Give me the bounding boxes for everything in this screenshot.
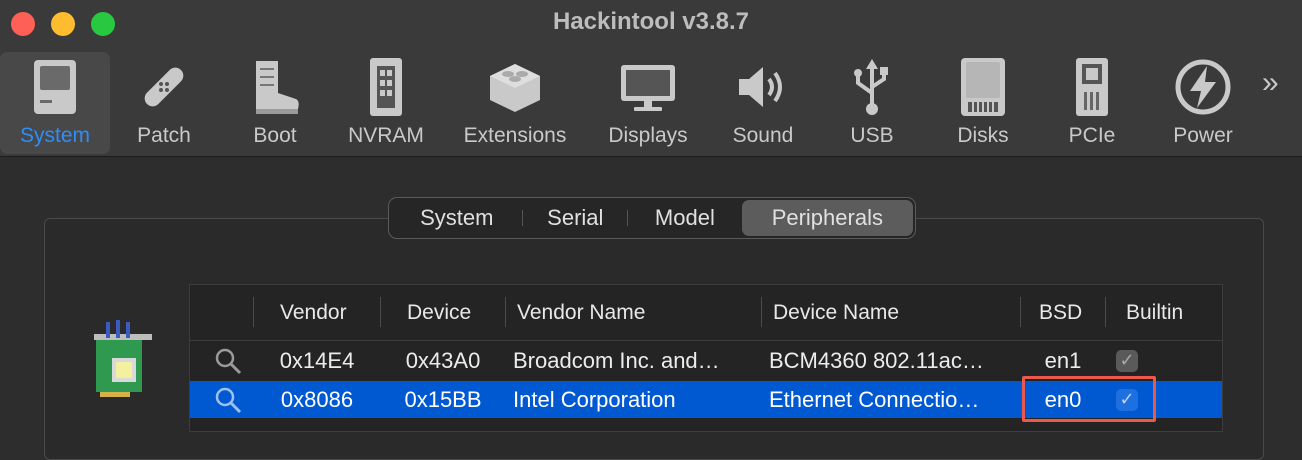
builtin-cell: ✓ <box>1116 342 1176 379</box>
device-name-cell: Ethernet Connectio… <box>769 386 980 412</box>
column-header-device-name[interactable]: Device Name <box>773 285 899 340</box>
column-divider <box>505 297 506 327</box>
computer-icon <box>30 52 80 122</box>
toolbar-item-disks[interactable]: Disks <box>938 52 1028 154</box>
device-name-cell: BCM4360 802.11ac… <box>769 347 984 373</box>
toolbar-label: Extensions <box>463 124 567 147</box>
toolbar-item-boot[interactable]: Boot <box>228 52 322 154</box>
tab-model[interactable]: Model <box>628 200 742 236</box>
toolbar-label: Sound <box>732 124 794 147</box>
builtin-checkbox[interactable]: ✓ <box>1116 349 1138 372</box>
toolbar-item-power[interactable]: Power <box>1160 52 1246 154</box>
column-divider <box>380 297 381 327</box>
column-header-vendor-name[interactable]: Vendor Name <box>517 285 645 340</box>
column-divider <box>1020 297 1021 327</box>
tab-system[interactable]: System <box>391 200 523 236</box>
toolbar: Hackintool v3.8.7 System Patch Boot NVRA… <box>0 0 1302 157</box>
toolbar-label: System <box>19 124 90 147</box>
tab-serial[interactable]: Serial <box>523 200 629 236</box>
speaker-icon <box>735 52 791 122</box>
device-cell: 0x15BB <box>404 386 482 412</box>
toolbar-item-sound[interactable]: Sound <box>716 52 810 154</box>
vendor-name-cell: Intel Corporation <box>513 386 676 412</box>
column-header-vendor[interactable]: Vendor <box>280 285 347 340</box>
vendor-cell: 0x8086 <box>280 386 354 412</box>
power-bolt-icon <box>1174 52 1232 122</box>
toolbar-item-system[interactable]: System <box>0 52 110 154</box>
vendor-cell: 0x14E4 <box>279 347 355 373</box>
annotation-highlight-box <box>1022 376 1156 422</box>
window-title: Hackintool v3.8.7 <box>552 8 750 35</box>
bandage-icon <box>134 52 194 122</box>
toolbar-label: NVRAM <box>348 124 424 147</box>
more-toolbar-items-chevron-icon[interactable]: » <box>1262 66 1279 100</box>
monitor-icon <box>618 52 678 122</box>
toolbar-item-displays[interactable]: Displays <box>596 52 700 154</box>
toolbar-label: PCIe <box>1068 124 1116 147</box>
toolbar-label: Power <box>1173 124 1233 147</box>
toolbar-item-patch[interactable]: Patch <box>114 52 214 154</box>
magnifier-icon[interactable] <box>204 381 252 418</box>
toolbar-item-usb[interactable]: USB <box>830 52 914 154</box>
vendor-name-cell: Broadcom Inc. and… <box>513 347 720 373</box>
table-row[interactable]: 0x14E4 0x43A0 Broadcom Inc. and… BCM4360… <box>190 342 1222 379</box>
column-divider <box>761 297 762 327</box>
tab-bar: System Serial Model Peripherals <box>388 197 916 239</box>
toolbar-label: Disks <box>957 124 1009 147</box>
toolbar-label: Patch <box>137 124 191 147</box>
column-header-bsd[interactable]: BSD <box>1039 285 1082 340</box>
usb-icon <box>850 52 894 122</box>
bsd-cell: en1 <box>1044 347 1082 373</box>
network-card-icon <box>86 318 156 403</box>
toolbar-label: Displays <box>608 124 688 147</box>
toolbar-item-nvram[interactable]: NVRAM <box>336 52 436 154</box>
tab-peripherals[interactable]: Peripherals <box>741 200 913 236</box>
magnifier-icon[interactable] <box>204 342 252 379</box>
boot-icon <box>248 52 302 122</box>
table-header: Vendor Device Vendor Name Device Name BS… <box>190 285 1222 341</box>
column-divider <box>1105 297 1106 327</box>
memory-chip-icon <box>364 52 408 122</box>
toolbar-label: Boot <box>253 124 297 147</box>
column-divider <box>253 297 254 327</box>
toolbar-item-pcie[interactable]: PCIe <box>1050 52 1134 154</box>
column-header-device[interactable]: Device <box>407 285 471 340</box>
pcie-card-icon <box>1072 52 1112 122</box>
toolbar-label: USB <box>850 124 894 147</box>
lego-block-icon <box>486 52 544 122</box>
toolbar-item-extensions[interactable]: Extensions <box>452 52 578 154</box>
column-header-builtin[interactable]: Builtin <box>1126 285 1183 340</box>
disk-icon <box>958 52 1008 122</box>
device-cell: 0x43A0 <box>405 347 481 373</box>
